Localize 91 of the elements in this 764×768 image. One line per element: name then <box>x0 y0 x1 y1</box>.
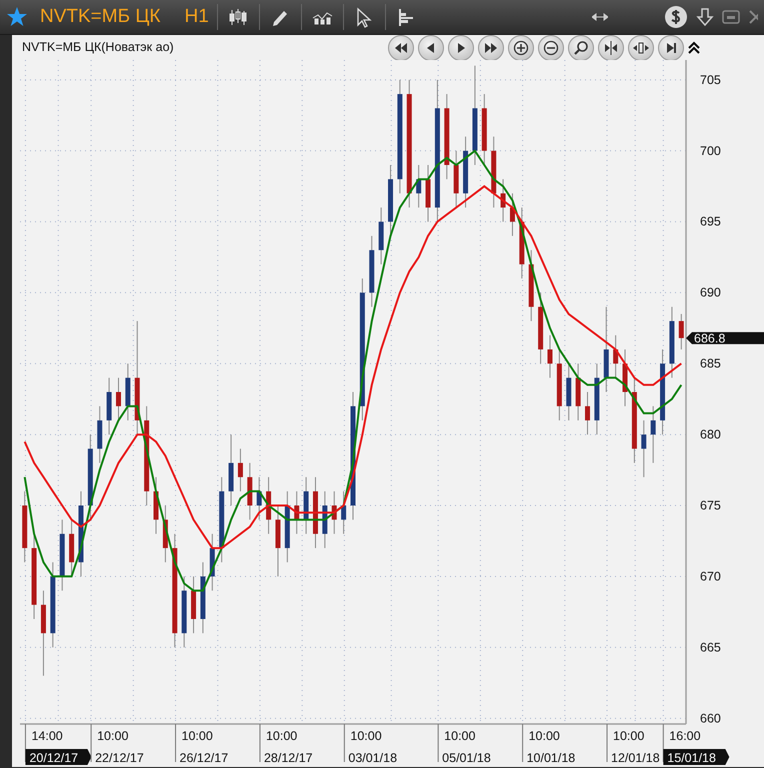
plus-icon <box>513 40 529 56</box>
price-label: 675 <box>700 498 721 512</box>
price-label: 670 <box>700 569 721 584</box>
candlestick <box>116 377 121 421</box>
candlestick <box>378 207 384 265</box>
date-label: 10/01/18 <box>526 751 576 765</box>
date-label: 12/01/18 <box>611 751 660 765</box>
date-label: 03/01/18 <box>348 751 398 765</box>
candlestick <box>266 476 272 534</box>
compress-button[interactable] <box>598 34 624 60</box>
time-label: 10:00 <box>613 729 644 743</box>
time-label: 10:00 <box>97 729 128 743</box>
scroll-to-end-button[interactable] <box>478 34 504 60</box>
time-label: 10:00 <box>528 729 560 743</box>
candlestick <box>482 94 487 166</box>
search-button[interactable] <box>568 34 594 60</box>
candlestick <box>566 363 572 421</box>
date-label: 28/12/17 <box>264 751 313 765</box>
candlestick <box>275 505 280 577</box>
instrument-symbol[interactable]: NVTK=МБ ЦК <box>40 2 160 32</box>
candlestick <box>510 192 515 236</box>
go-to-last-bar-button[interactable] <box>658 34 684 60</box>
candlestick <box>341 490 346 534</box>
candlestick <box>304 476 309 534</box>
close-icon[interactable] <box>748 9 758 25</box>
candlestick <box>519 207 524 279</box>
zoom-in-button[interactable] <box>508 34 534 60</box>
candlestick <box>585 392 590 436</box>
scroll-left-button[interactable] <box>418 34 444 60</box>
candlestick <box>191 576 196 634</box>
candlestick <box>426 164 431 222</box>
date-label: 26/12/17 <box>180 751 228 765</box>
candlestick <box>228 434 234 506</box>
time-label: 10:00 <box>266 729 298 743</box>
scroll-right-button[interactable] <box>448 34 474 60</box>
candlestick <box>322 490 328 549</box>
candlestick <box>388 164 394 236</box>
price-label: 705 <box>700 72 721 87</box>
candlestick <box>416 164 422 208</box>
candlestick <box>294 490 300 534</box>
candlestick <box>154 476 159 534</box>
price-label: 660 <box>700 711 721 726</box>
minus-icon <box>543 40 559 56</box>
download-icon[interactable] <box>696 7 714 27</box>
date-label: 05/01/18 <box>442 751 491 765</box>
candlestick <box>500 178 506 222</box>
price-label: 700 <box>700 144 721 158</box>
price-label: 685 <box>700 356 721 371</box>
last-price-tag: 686.8 <box>686 332 764 346</box>
time-label: 10:00 <box>444 729 476 743</box>
candlestick <box>547 334 552 378</box>
date-label: 15/01/18 <box>663 749 730 765</box>
resize-arrows-icon[interactable] <box>592 12 608 22</box>
scroll-to-start-button[interactable] <box>388 34 414 60</box>
date-label: 20/12/17 <box>25 749 92 765</box>
time-label: 14:00 <box>31 729 63 743</box>
price-label: 680 <box>700 428 721 442</box>
inward-arrows-icon <box>603 40 619 56</box>
candlestick <box>247 462 252 520</box>
candlestick <box>678 313 684 350</box>
outward-arrows-icon <box>633 40 649 56</box>
time-label: 10:00 <box>182 729 213 743</box>
search-icon <box>573 40 589 56</box>
timeframe-label[interactable]: H1 <box>184 2 209 32</box>
candlestick <box>641 420 646 478</box>
date-label: 22/12/17 <box>95 751 144 765</box>
candlestick <box>256 476 262 520</box>
candlestick <box>613 334 618 378</box>
candlestick <box>454 150 459 208</box>
time-label: 16:00 <box>669 729 701 743</box>
candlestick <box>238 448 243 492</box>
time-label: 10:00 <box>350 729 382 743</box>
zoom-out-button[interactable] <box>538 34 564 60</box>
collapse-chevrons-icon[interactable] <box>688 40 700 54</box>
candlestick <box>97 406 102 464</box>
candlestick <box>106 377 112 436</box>
candlestick <box>576 363 581 421</box>
candlestick <box>650 406 656 464</box>
candlestick-icon <box>228 6 249 28</box>
expand-button[interactable] <box>628 34 654 60</box>
dollar-icon[interactable] <box>664 5 688 29</box>
price-label: 665 <box>700 640 721 654</box>
star-icon[interactable] <box>6 6 28 28</box>
candlestick <box>125 363 130 421</box>
chart-title: NVTK=МБ ЦК(Новатэк ао) <box>22 39 174 56</box>
candlestick <box>332 490 337 534</box>
candlestick <box>69 519 74 577</box>
minimize-icon[interactable] <box>722 9 740 25</box>
price-label: 695 <box>700 214 721 229</box>
price-label: 690 <box>700 286 721 300</box>
candlestick <box>622 348 628 407</box>
